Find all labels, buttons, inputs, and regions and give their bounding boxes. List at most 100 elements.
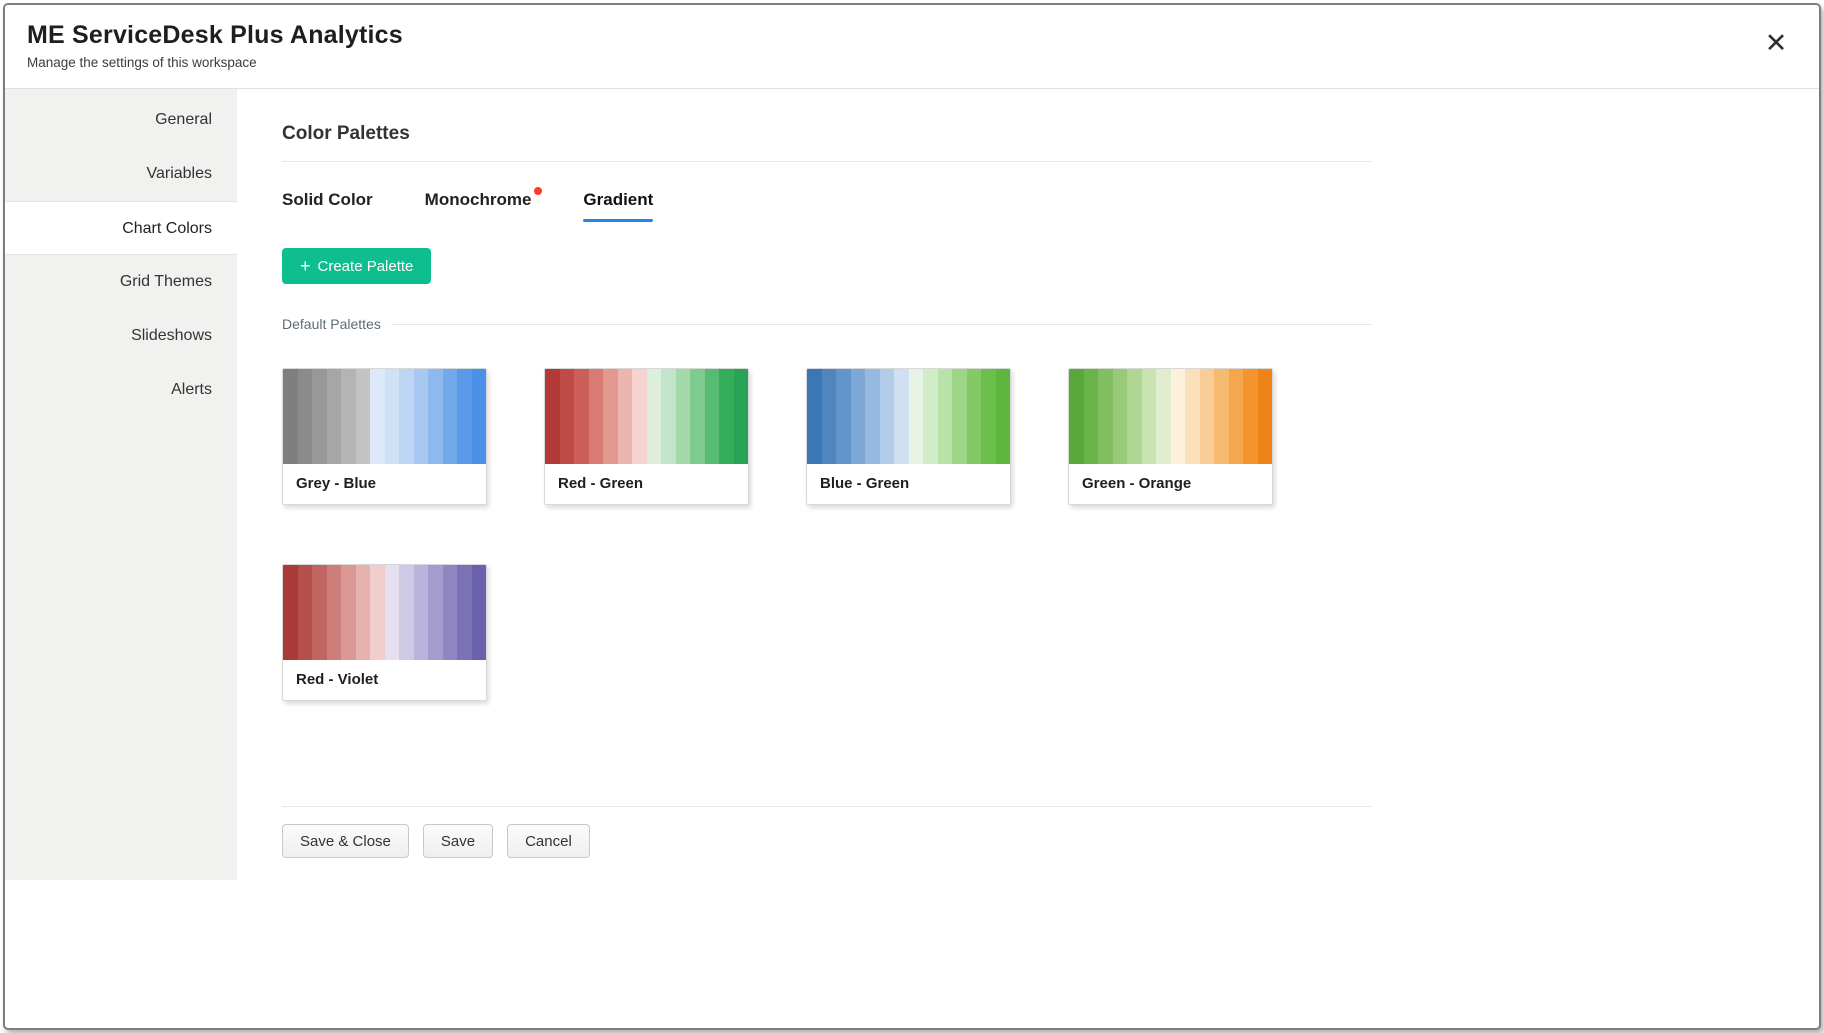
color-stripe xyxy=(661,369,676,464)
color-stripe xyxy=(356,565,371,660)
color-stripe xyxy=(1098,369,1113,464)
color-stripe xyxy=(1156,369,1171,464)
title-divider xyxy=(282,161,1372,162)
color-stripe xyxy=(909,369,924,464)
color-stripe xyxy=(676,369,691,464)
color-stripe xyxy=(428,565,443,660)
palette-swatch xyxy=(1069,369,1272,464)
color-stripe xyxy=(385,565,400,660)
color-stripe xyxy=(1142,369,1157,464)
palette-grid: Grey - Blue Red - Green Blue - Green Green … xyxy=(282,368,1372,701)
tab-label: Monochrome xyxy=(425,190,532,209)
sidebar-item-variables[interactable]: Variables xyxy=(5,147,237,201)
color-stripe xyxy=(545,369,560,464)
create-palette-label: Create Palette xyxy=(318,258,414,275)
color-stripe xyxy=(851,369,866,464)
color-stripe xyxy=(472,565,487,660)
color-stripe xyxy=(1243,369,1258,464)
color-stripe xyxy=(632,369,647,464)
palette-card-red-green[interactable]: Red - Green xyxy=(544,368,749,505)
cancel-button[interactable]: Cancel xyxy=(507,824,590,858)
palette-card-red-violet[interactable]: Red - Violet xyxy=(282,564,487,701)
palette-swatch xyxy=(545,369,748,464)
color-stripe xyxy=(312,369,327,464)
close-icon[interactable]: ✕ xyxy=(1759,27,1793,61)
color-stripe xyxy=(1113,369,1128,464)
tab-solid-color[interactable]: Solid Color xyxy=(282,190,373,222)
color-stripe xyxy=(298,565,313,660)
color-stripe xyxy=(589,369,604,464)
color-stripe xyxy=(952,369,967,464)
color-stripe xyxy=(370,565,385,660)
color-stripe xyxy=(923,369,938,464)
dialog-subtitle: Manage the settings of this workspace xyxy=(27,55,1795,70)
color-stripe xyxy=(822,369,837,464)
sidebar-item-chart-colors[interactable]: Chart Colors xyxy=(5,201,237,255)
plus-icon: + xyxy=(300,257,311,275)
color-stripe xyxy=(1069,369,1084,464)
color-stripe xyxy=(283,369,298,464)
color-stripe xyxy=(457,565,472,660)
color-stripe xyxy=(443,369,458,464)
save-button[interactable]: Save xyxy=(423,824,493,858)
color-stripe xyxy=(399,565,414,660)
palette-card-blue-green[interactable]: Blue - Green xyxy=(806,368,1011,505)
palette-swatch xyxy=(283,369,486,464)
color-stripe xyxy=(1258,369,1273,464)
dialog-body: GeneralVariablesChart ColorsGrid ThemesS… xyxy=(5,89,1819,880)
color-stripe xyxy=(385,369,400,464)
palette-name: Grey - Blue xyxy=(283,464,486,504)
palette-card-green-orange[interactable]: Green - Orange xyxy=(1068,368,1273,505)
tab-gradient[interactable]: Gradient xyxy=(583,190,653,222)
sidebar-item-slideshows[interactable]: Slideshows xyxy=(5,309,237,363)
palette-name: Red - Violet xyxy=(283,660,486,700)
color-stripe xyxy=(560,369,575,464)
palette-name: Red - Green xyxy=(545,464,748,504)
notification-dot-icon xyxy=(534,187,542,195)
color-stripe xyxy=(967,369,982,464)
color-stripe xyxy=(341,565,356,660)
section-divider xyxy=(391,324,1372,325)
color-stripe xyxy=(719,369,734,464)
palette-swatch xyxy=(807,369,1010,464)
tab-label: Gradient xyxy=(583,190,653,209)
save-close-button[interactable]: Save & Close xyxy=(282,824,409,858)
color-stripe xyxy=(414,369,429,464)
color-stripe xyxy=(1171,369,1186,464)
color-stripe xyxy=(370,369,385,464)
palette-name: Blue - Green xyxy=(807,464,1010,504)
footer-buttons: Save & Close Save Cancel xyxy=(282,824,1372,858)
screen: ME ServiceDesk Plus Analytics Manage the… xyxy=(0,0,1824,1033)
color-stripe xyxy=(865,369,880,464)
footer: Save & Close Save Cancel xyxy=(282,806,1372,880)
sidebar-item-grid-themes[interactable]: Grid Themes xyxy=(5,255,237,309)
color-stripe xyxy=(1084,369,1099,464)
color-stripe xyxy=(836,369,851,464)
color-stripe xyxy=(356,369,371,464)
color-stripe xyxy=(327,565,342,660)
color-stripe xyxy=(472,369,487,464)
section-label: Default Palettes xyxy=(282,316,381,332)
tab-monochrome[interactable]: Monochrome xyxy=(425,190,532,222)
color-stripe xyxy=(457,369,472,464)
color-stripe xyxy=(807,369,822,464)
color-stripe xyxy=(399,369,414,464)
default-palettes-section: Default Palettes xyxy=(282,316,1372,332)
color-stripe xyxy=(574,369,589,464)
color-stripe xyxy=(690,369,705,464)
palette-swatch xyxy=(283,565,486,660)
sidebar-item-general[interactable]: General xyxy=(5,93,237,147)
color-stripe xyxy=(312,565,327,660)
color-stripe xyxy=(283,565,298,660)
palette-card-grey-blue[interactable]: Grey - Blue xyxy=(282,368,487,505)
sidebar-item-alerts[interactable]: Alerts xyxy=(5,363,237,417)
color-stripe xyxy=(1127,369,1142,464)
create-palette-button[interactable]: + Create Palette xyxy=(282,248,431,284)
color-stripe xyxy=(443,565,458,660)
color-stripe xyxy=(705,369,720,464)
dialog-title: ME ServiceDesk Plus Analytics xyxy=(27,21,1795,50)
color-stripe xyxy=(1229,369,1244,464)
color-stripe xyxy=(734,369,749,464)
tab-bar: Solid Color Monochrome Gradient xyxy=(282,190,1372,222)
settings-dialog: ME ServiceDesk Plus Analytics Manage the… xyxy=(3,3,1821,1030)
